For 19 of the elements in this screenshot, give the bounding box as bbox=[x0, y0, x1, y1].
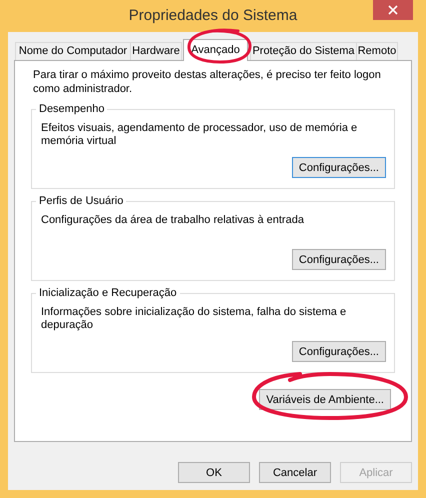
tab[interactable]: Nome do Computador bbox=[15, 42, 131, 60]
window-title: Propriedades do Sistema bbox=[128, 7, 298, 24]
group-title: Inicialização e Recuperação bbox=[36, 286, 180, 300]
group-description: Informações sobre inicialização do sistema, falha do sistema e depuração bbox=[41, 306, 348, 333]
settings-button[interactable]: Configurações... bbox=[292, 249, 386, 270]
group-description: Efeitos visuais, agendamento de processador, uso de memória e memória virtual bbox=[41, 122, 358, 149]
tab[interactable]: Hardware bbox=[130, 42, 182, 60]
group-title: Desempenho bbox=[36, 102, 108, 116]
environment-variables-button[interactable]: Variáveis de Ambiente... bbox=[259, 389, 391, 410]
dialog-button[interactable]: OK bbox=[178, 462, 250, 483]
tab[interactable]: Remoto bbox=[356, 42, 398, 60]
close-button[interactable] bbox=[373, 0, 413, 20]
tab[interactable]: Proteção do Sistema bbox=[250, 42, 357, 60]
close-icon bbox=[388, 5, 398, 15]
intro-text: Para tirar o máximo proveito destas alterações, é preciso ter feito logon como administrador. bbox=[33, 68, 382, 96]
group-description: Configurações da área de trabalho relativas à entrada bbox=[41, 214, 305, 228]
dialog-button[interactable]: Cancelar bbox=[259, 462, 331, 483]
settings-button[interactable]: Configurações... bbox=[292, 341, 386, 362]
settings-button[interactable]: Configurações... bbox=[292, 157, 386, 178]
